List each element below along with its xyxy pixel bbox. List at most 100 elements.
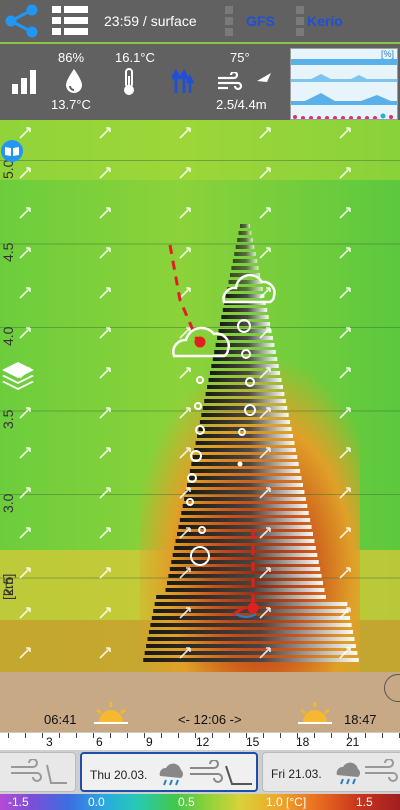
thermal-stripe — [232, 259, 258, 263]
y-tick-label: 2.5 — [0, 576, 16, 596]
model-gfs-button[interactable]: GFS — [246, 13, 275, 29]
time-tick — [195, 733, 196, 738]
thermal-stripe — [225, 294, 265, 298]
lapse-rate-plot[interactable]: [km] 2.5 3.0 3.5 4.0 4.5 5.0 — [0, 120, 400, 672]
thermal-stripe — [204, 399, 286, 403]
scroll-handle[interactable] — [384, 674, 400, 702]
time-label[interactable]: 23:59 / surface — [104, 13, 197, 29]
app: 23:59 / surface GFS Kerio 86% 13.7°C 16.… — [0, 0, 400, 810]
legend-value: 0.0 — [88, 795, 105, 809]
thermal-stripe — [168, 574, 322, 578]
thermal-top-marker — [247, 602, 259, 614]
thermal-stripe — [215, 343, 275, 347]
thermal-stripe — [219, 322, 271, 326]
dewpoint-value: 13.7°C — [51, 97, 91, 112]
time-tick — [263, 733, 264, 738]
legend-value: 1.0 [°C] — [266, 795, 307, 809]
thermal-stripe — [221, 315, 269, 319]
legend-value: 1.5 — [356, 795, 373, 809]
water-drop-icon — [66, 69, 82, 93]
thermal-stripe — [240, 224, 250, 228]
day-tab-thu[interactable]: Thu 20.03. — [80, 752, 258, 792]
thermal-stripe — [234, 252, 256, 256]
thermal-stripe — [144, 651, 358, 655]
top-bar: 23:59 / surface GFS Kerio — [0, 0, 400, 42]
wind-value: 2.5/4.4m — [216, 97, 267, 112]
day-tab-prev[interactable] — [0, 752, 76, 792]
separator — [225, 6, 233, 36]
y-tick-label: 4.0 — [0, 326, 16, 346]
day-selector: Thu 20.03. Fri 21.03. — [0, 750, 400, 794]
y-tick-label: 3.5 — [0, 409, 16, 429]
thermal-stripe — [235, 245, 255, 249]
sunrise-time: 06:41 — [44, 712, 77, 727]
day-tab-fri[interactable]: Fri 21.03. — [262, 752, 400, 792]
time-tick — [212, 733, 213, 738]
thermal-stripe — [189, 469, 301, 473]
time-tick — [382, 733, 383, 738]
layers-icon[interactable] — [0, 358, 36, 394]
time-tick — [178, 733, 179, 738]
thermal-stripe — [237, 238, 253, 242]
thermal-stripe — [156, 595, 326, 599]
legend-value: -1.5 — [8, 795, 29, 809]
mini-chart-graph — [291, 59, 397, 119]
thermal-stripe — [231, 266, 259, 270]
cloud-rain-icon — [336, 762, 360, 785]
time-tick — [8, 733, 9, 738]
thermal-stripe — [208, 378, 282, 382]
color-legend: -1.5 0.0 0.5 1.0 [°C] 1.5 — [0, 794, 400, 810]
time-tick — [110, 733, 111, 738]
time-axis[interactable]: 3 6 9 12 15 18 21 — [0, 732, 400, 750]
thermal-stripe — [194, 448, 296, 452]
time-tick — [76, 733, 77, 738]
menu-icon[interactable] — [50, 4, 90, 38]
location-kerio-button[interactable]: Kerio — [307, 13, 343, 29]
thermal-stripe — [205, 392, 285, 396]
time-tick — [365, 733, 366, 738]
sunset-time: 18:47 — [344, 712, 377, 727]
hour-label: 3 — [46, 735, 53, 749]
day-label: Thu 20.03. — [90, 768, 148, 782]
thermal-stripe — [146, 644, 356, 648]
hour-label: 12 — [196, 735, 210, 749]
thermal-stripe — [175, 539, 315, 543]
time-tick — [93, 733, 94, 738]
mini-chart-unit: [%] — [380, 49, 394, 59]
day-length: <- 12:06 -> — [178, 712, 242, 727]
thermal-stripe — [147, 637, 355, 641]
time-tick — [25, 733, 26, 738]
time-tick — [127, 733, 128, 738]
y-tick-label: 3.0 — [0, 493, 16, 513]
sunset-icon — [298, 702, 332, 724]
time-tick — [280, 733, 281, 738]
wind-icon — [365, 759, 398, 782]
time-tick — [59, 733, 60, 738]
thermal-stripe — [181, 511, 309, 515]
thermal-stripe — [177, 532, 313, 536]
wind-icon — [11, 759, 67, 784]
share-icon[interactable] — [2, 3, 42, 39]
hour-label: 15 — [246, 735, 260, 749]
thermal-stripe — [228, 280, 262, 284]
day-label: Fri 21.03. — [271, 767, 322, 781]
mini-chart[interactable]: [%] — [290, 48, 398, 120]
thermal-stripe — [195, 441, 295, 445]
signal-bars-icon — [12, 70, 36, 94]
thermal-stripe — [148, 630, 354, 634]
thermal-stripe — [201, 413, 289, 417]
thermal-stripe — [199, 420, 291, 424]
time-tick — [297, 733, 298, 738]
vertical-wind-icon — [172, 69, 194, 93]
thermal-stripe — [185, 490, 305, 494]
temperature-value: 16.1°C — [115, 50, 155, 65]
time-tick — [246, 733, 247, 738]
thermal-stripe — [143, 658, 359, 662]
info-book-icon[interactable] — [0, 140, 24, 162]
time-tick — [348, 733, 349, 738]
cloud-value: 75° — [230, 50, 250, 65]
thermometer-icon — [124, 68, 134, 95]
wind-icon — [190, 760, 252, 785]
cloud-base-marker — [194, 336, 206, 348]
sunrise-icon — [94, 702, 128, 724]
